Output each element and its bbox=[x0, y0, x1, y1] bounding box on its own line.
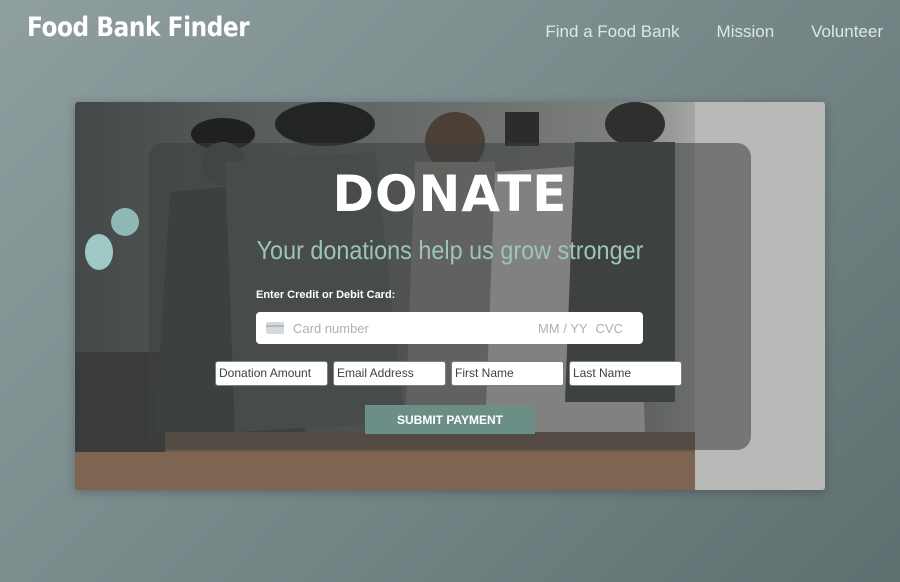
email-field[interactable]: Email Address bbox=[333, 361, 446, 386]
card-expiry-input[interactable]: MM / YY bbox=[538, 321, 588, 336]
main-nav: Find a Food Bank Mission Volunteer bbox=[508, 22, 883, 42]
donate-title: DONATE bbox=[332, 165, 568, 223]
submit-payment-button[interactable]: SUBMIT PAYMENT bbox=[365, 405, 535, 434]
card-input[interactable]: Card number MM / YY CVC bbox=[256, 312, 643, 344]
card-cvc-input[interactable]: CVC bbox=[596, 321, 623, 336]
donate-tagline: Your donations help us grow stronger bbox=[256, 235, 644, 265]
donor-fields: Donation Amount Email Address First Name… bbox=[215, 361, 682, 386]
donate-hero: DONATE Your donations help us grow stron… bbox=[75, 102, 825, 490]
site-brand[interactable]: Food Bank Finder bbox=[27, 12, 250, 43]
nav-find-food-bank[interactable]: Find a Food Bank bbox=[545, 22, 679, 42]
donation-form-card: DONATE Your donations help us grow stron… bbox=[149, 143, 751, 450]
card-number-input[interactable]: Card number bbox=[293, 321, 538, 336]
nav-mission[interactable]: Mission bbox=[717, 22, 775, 42]
donation-amount-field[interactable]: Donation Amount bbox=[215, 361, 328, 386]
credit-card-icon bbox=[266, 322, 284, 334]
first-name-field[interactable]: First Name bbox=[451, 361, 564, 386]
nav-volunteer[interactable]: Volunteer bbox=[811, 22, 883, 42]
card-label: Enter Credit or Debit Card: bbox=[256, 289, 396, 301]
last-name-field[interactable]: Last Name bbox=[569, 361, 682, 386]
